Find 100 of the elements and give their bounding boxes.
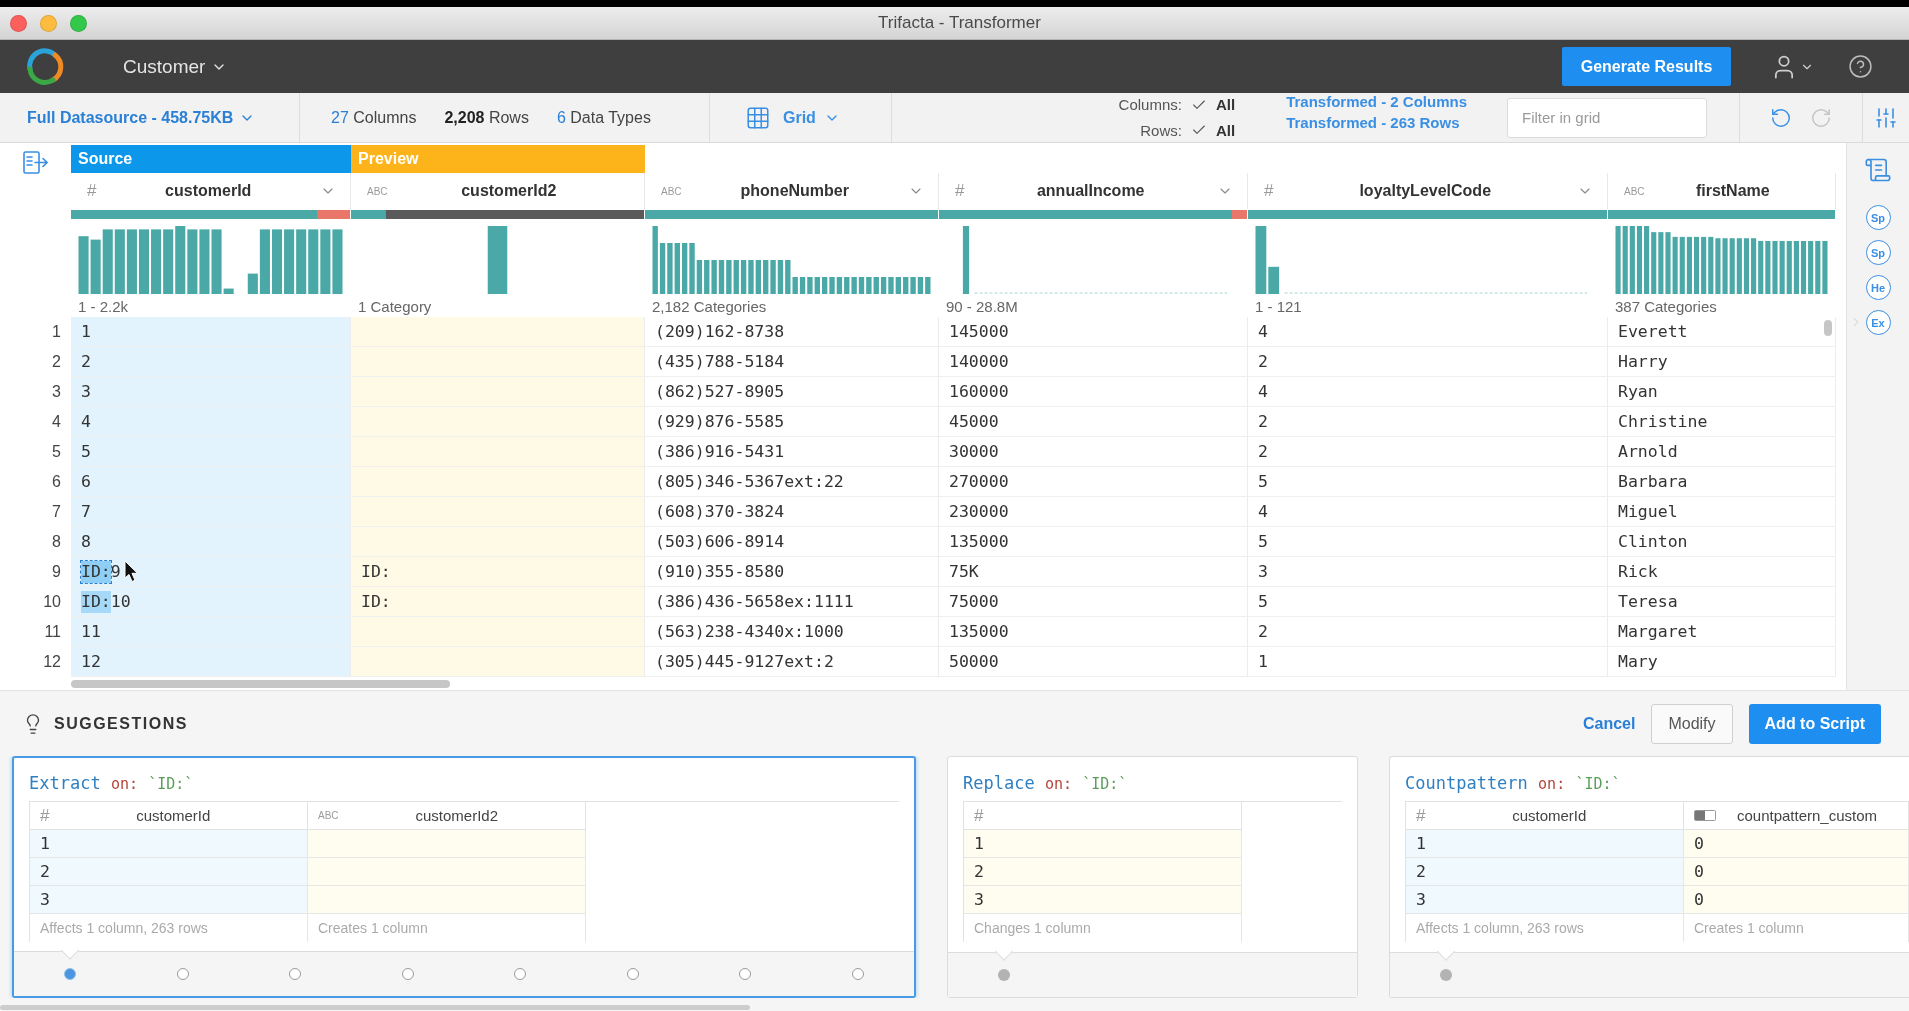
table-cell: 5	[1248, 527, 1608, 557]
table-cell: 2	[71, 347, 351, 377]
table-cell: Rick	[1608, 557, 1836, 587]
table-cell: 3	[1406, 886, 1684, 914]
link-button[interactable]: Cancel	[1582, 703, 1636, 744]
table-cell: 75000	[939, 587, 1248, 617]
table-cell: 145000	[939, 317, 1248, 347]
table-cell: 4	[1248, 317, 1608, 347]
suggestion-title: Extract on: `ID:`	[29, 772, 195, 795]
table-cell: Teresa	[1608, 587, 1836, 617]
column-name: customerId	[136, 807, 211, 824]
stat-link[interactable]: 27 Columns	[331, 108, 417, 127]
pager-dot[interactable]	[851, 968, 864, 980]
pager-dot[interactable]	[176, 968, 189, 980]
table-cell: 270000	[939, 467, 1248, 497]
row-number: 8	[52, 533, 61, 551]
suggestion-card[interactable]: Countpattern on: `ID:` # customerId countpattern_custom 1 0 2 0 3 0 Affects 1 column, 263 rows Creates 1 column	[1389, 756, 1909, 998]
table-cell: (305)445-9127ext:2	[645, 647, 939, 677]
table-cell: (929)876-5585	[645, 407, 939, 437]
row-number: 1	[52, 323, 61, 341]
dataset-dropdown[interactable]: Customer	[123, 55, 228, 78]
table-cell: (386)436-5658ex:1111	[645, 587, 939, 617]
table-cell: 0	[1684, 830, 1909, 858]
panel-toggle-icon[interactable]	[23, 151, 48, 174]
column-type-label: #	[40, 805, 50, 826]
filter-field[interactable]: Filter in grid	[1507, 97, 1707, 138]
mouse-cursor-icon	[123, 560, 139, 583]
help-button[interactable]	[1848, 54, 1873, 79]
table-cell: 75K	[939, 557, 1248, 587]
column-name: countpattern_custom	[1736, 807, 1878, 824]
pager-dot[interactable]	[626, 968, 639, 980]
selection-value[interactable]: All	[1215, 121, 1236, 139]
table-cell: 1	[964, 830, 1242, 858]
sliders-icon	[1874, 105, 1898, 130]
scrollbar-thumb[interactable]	[71, 680, 450, 688]
table-cell: 11	[71, 617, 351, 647]
table-cell: 1	[1406, 830, 1684, 858]
table-cell: Miguel	[1608, 497, 1836, 527]
table-cell: 230000	[939, 497, 1248, 527]
suggestion-card[interactable]: Replace on: `ID:` # 1 2 3 Changes 1 column	[947, 756, 1358, 998]
table-cell: (862)527-8905	[645, 377, 939, 407]
undo-button[interactable]	[1770, 106, 1792, 129]
column-type-label: ABC	[1624, 185, 1645, 197]
scrollbar-thumb[interactable]	[1824, 320, 1832, 336]
column-type-label: #	[955, 181, 965, 201]
zoom-window-button[interactable]	[70, 14, 87, 32]
histogram-bar	[138, 229, 150, 294]
table-cell: Barbara	[1608, 467, 1836, 497]
datasource-dropdown[interactable]: Full Datasource - 458.75KB	[27, 108, 256, 127]
column-type-label: #	[1416, 805, 1426, 826]
pager-dot[interactable]	[739, 968, 752, 980]
pager-dot[interactable]	[289, 968, 302, 980]
window-title: Trifacta - Transformer	[878, 13, 1041, 33]
table-cell: 2	[1248, 437, 1608, 467]
table-cell: (805)346-5367ext:22	[645, 467, 939, 497]
column-type-label: ABC	[661, 185, 682, 197]
histogram-bar	[187, 229, 198, 294]
row-number: 5	[52, 443, 61, 461]
pager-dot[interactable]	[514, 968, 527, 980]
stat-link[interactable]: 6 Data Types	[556, 108, 651, 127]
selection-value[interactable]: All	[1215, 96, 1236, 114]
table-cell: 160000	[939, 377, 1248, 407]
table-cell: 7	[71, 497, 351, 527]
column-name: customerId	[1512, 807, 1587, 824]
table-cell: Mary	[1608, 647, 1836, 677]
source-banner: Source	[71, 145, 351, 173]
table-cell: 50000	[939, 647, 1248, 677]
highlighted-text: ID:	[81, 590, 111, 613]
table-cell: 8	[71, 527, 351, 557]
column-name: annualIncome	[1036, 182, 1145, 200]
scrollbar-thumb[interactable]	[0, 1005, 750, 1010]
column-range-label: 2,182 Categories	[652, 297, 767, 315]
table-footnote: Creates 1 column	[318, 920, 428, 936]
sliders-button[interactable]	[1874, 105, 1898, 130]
pager-dot[interactable]	[401, 968, 414, 980]
minimize-window-button[interactable]	[40, 14, 57, 32]
table-cell: 1	[1248, 647, 1608, 677]
row-number: 3	[52, 383, 61, 401]
secondary-button[interactable]: Modify	[1651, 703, 1733, 744]
table-cell: (563)238-4340x:1000	[645, 617, 939, 647]
table-cell: Everett	[1608, 317, 1836, 347]
undo-icon	[1770, 106, 1792, 129]
histogram-bar	[78, 236, 89, 294]
script-button[interactable]	[1864, 156, 1892, 184]
table-footnote: Affects 1 column, 263 rows	[1416, 920, 1584, 936]
pager-dot[interactable]	[64, 968, 77, 980]
pager-dot[interactable]	[998, 969, 1011, 981]
suggestion-card[interactable]: Extract on: `ID:` # customerId ABC customerId2 1 2 3 Affects 1 column, 263 rows Creates 1 column	[12, 756, 916, 998]
row-number: 11	[44, 623, 61, 641]
row-number: 6	[52, 473, 61, 491]
column-name: loyaltyLevelCode	[1359, 182, 1492, 200]
highlighted-text: ID:	[81, 560, 111, 583]
table-cell: ID:	[351, 587, 645, 617]
table-cell: 2	[1248, 347, 1608, 377]
close-window-button[interactable]	[10, 14, 27, 32]
panel-title: SUGGESTIONS	[54, 714, 188, 733]
histogram-bar	[320, 229, 331, 294]
half-filled-bar-icon	[1694, 810, 1716, 821]
pager-dot[interactable]	[1440, 969, 1453, 981]
row-number: 10	[43, 593, 61, 611]
